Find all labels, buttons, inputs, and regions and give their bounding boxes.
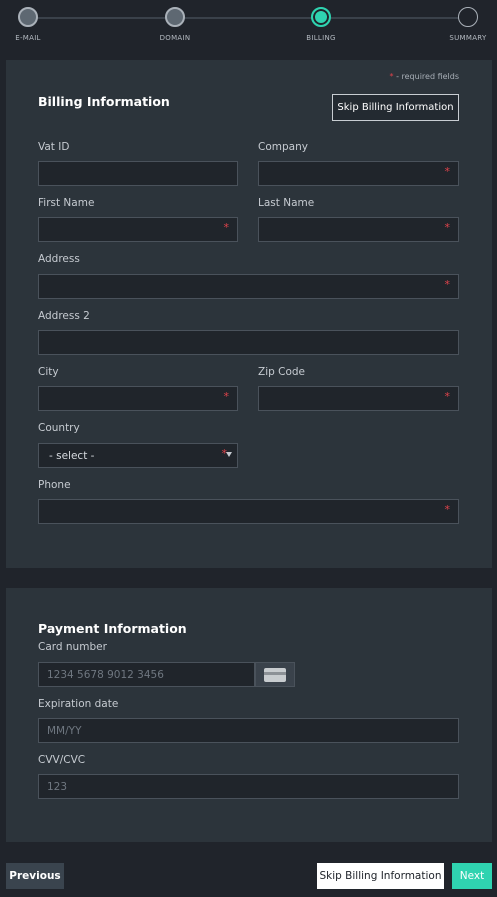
- step-dot-future: [458, 7, 478, 27]
- address2-label: Address 2: [38, 310, 90, 322]
- stepper-line: [28, 17, 469, 19]
- phone-label: Phone: [38, 479, 71, 491]
- required-marker: *: [444, 165, 451, 178]
- required-marker: *: [223, 221, 230, 234]
- payment-title: Payment Information: [38, 621, 187, 636]
- card-button[interactable]: [255, 662, 295, 687]
- previous-button[interactable]: Previous: [6, 863, 64, 889]
- next-button[interactable]: Next: [452, 863, 492, 889]
- company-input[interactable]: *: [258, 161, 459, 186]
- step-dot-active: [311, 7, 331, 27]
- country-selected-value: - select -: [49, 450, 95, 462]
- country-select[interactable]: - select - *: [38, 443, 238, 468]
- required-marker: *: [223, 390, 230, 403]
- expiration-label: Expiration date: [38, 698, 119, 710]
- required-fields-note: * - required fields: [389, 72, 459, 81]
- vat-label: Vat ID: [38, 141, 70, 153]
- country-label: Country: [38, 422, 80, 434]
- skip-billing-button[interactable]: Skip Billing Information: [332, 94, 459, 121]
- progress-stepper: E-MAIL DOMAIN BILLING SUMMARY: [0, 0, 497, 58]
- first-name-input[interactable]: *: [38, 217, 238, 242]
- step-billing: BILLING: [281, 7, 361, 42]
- cvv-placeholder: 123: [47, 781, 68, 793]
- cvv-label: CVV/CVC: [38, 754, 86, 766]
- step-domain: DOMAIN: [135, 7, 215, 42]
- step-label: E-MAIL: [15, 34, 41, 42]
- city-input[interactable]: *: [38, 386, 238, 411]
- zip-label: Zip Code: [258, 366, 305, 378]
- step-dot-done: [165, 7, 185, 27]
- company-label: Company: [258, 141, 308, 153]
- vat-input[interactable]: [38, 161, 238, 186]
- required-marker: *: [444, 221, 451, 234]
- caret-down-icon: [226, 452, 232, 457]
- skip-billing-footer-button[interactable]: Skip Billing Information: [317, 863, 444, 889]
- last-name-label: Last Name: [258, 197, 315, 209]
- first-name-label: First Name: [38, 197, 95, 209]
- card-number-placeholder: 1234 5678 9012 3456: [47, 669, 164, 681]
- step-summary: SUMMARY: [428, 7, 497, 42]
- address-label: Address: [38, 253, 80, 265]
- required-marker: *: [444, 390, 451, 403]
- city-label: City: [38, 366, 59, 378]
- expiration-input[interactable]: MM/YY: [38, 718, 459, 743]
- required-marker: *: [444, 503, 451, 516]
- card-number-input[interactable]: 1234 5678 9012 3456: [38, 662, 255, 687]
- step-label: BILLING: [306, 34, 336, 42]
- step-label: SUMMARY: [449, 34, 487, 42]
- phone-input[interactable]: *: [38, 499, 459, 524]
- last-name-input[interactable]: *: [258, 217, 459, 242]
- credit-card-icon: [264, 667, 286, 682]
- step-dot-done: [18, 7, 38, 27]
- billing-panel: * - required fields Billing Information …: [6, 60, 492, 568]
- cvv-input[interactable]: 123: [38, 774, 459, 799]
- step-email: E-MAIL: [0, 7, 68, 42]
- card-number-label: Card number: [38, 641, 107, 653]
- address-input[interactable]: *: [38, 274, 459, 299]
- required-marker: *: [444, 278, 451, 291]
- billing-title: Billing Information: [38, 94, 170, 109]
- step-label: DOMAIN: [159, 34, 191, 42]
- address2-input[interactable]: [38, 330, 459, 355]
- expiration-placeholder: MM/YY: [47, 725, 82, 737]
- zip-input[interactable]: *: [258, 386, 459, 411]
- payment-panel: Payment Information Card number 1234 567…: [6, 588, 492, 842]
